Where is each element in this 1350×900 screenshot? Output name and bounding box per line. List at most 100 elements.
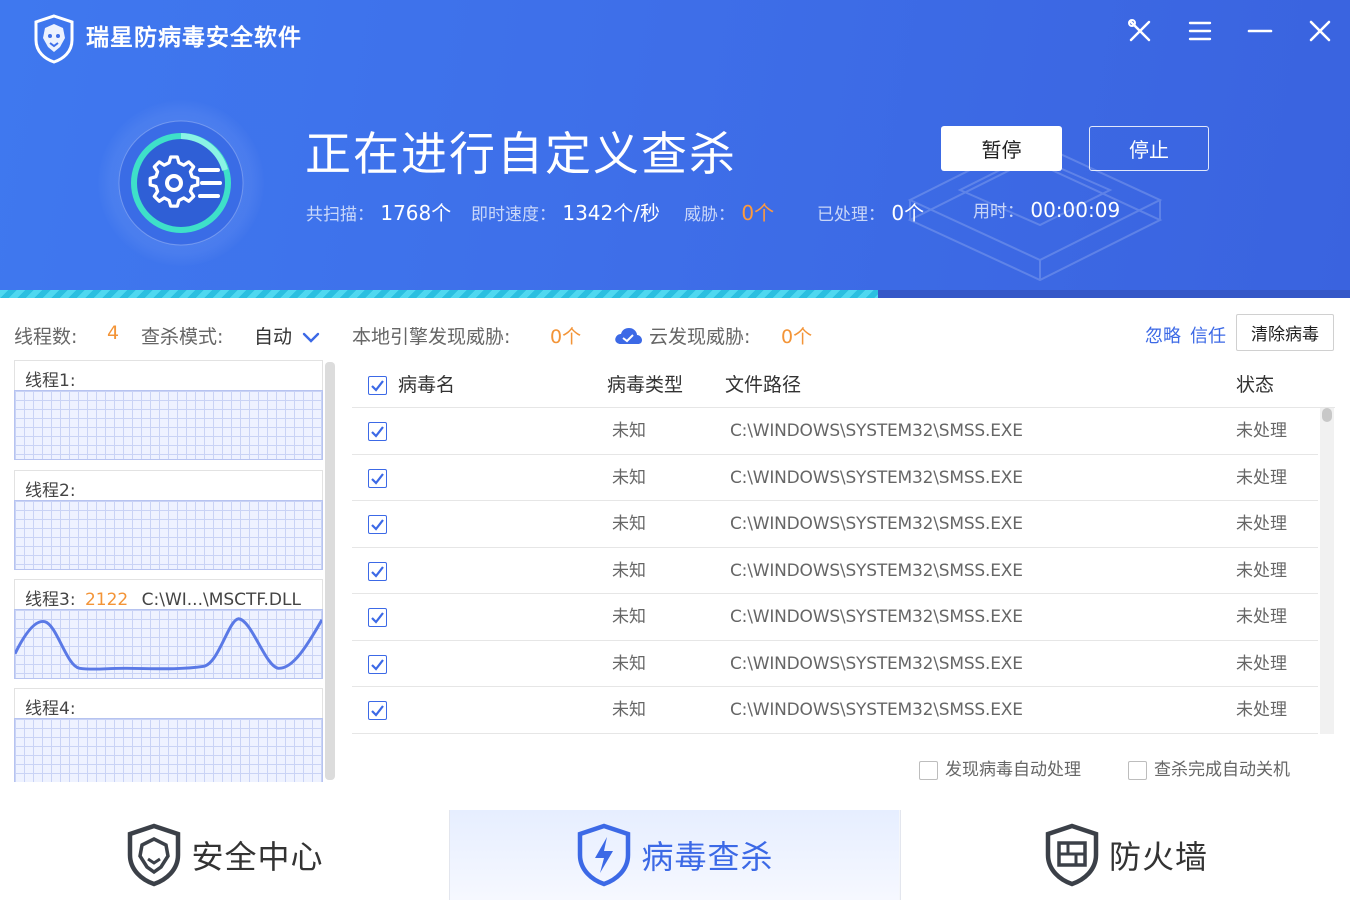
auto-shutdown-option[interactable]: 查杀完成自动关机 — [1128, 755, 1290, 780]
tab-virus-scan[interactable]: 病毒查杀 — [450, 810, 899, 900]
header-file-path: 文件路径 — [725, 374, 802, 396]
row-file-path: C:\WINDOWS\SYSTEM32\SMSS.EXE — [730, 421, 1023, 441]
table-row[interactable]: 未知 C:\WINDOWS\SYSTEM32\SMSS.EXE 未处理 — [352, 687, 1318, 734]
header-status: 状态 — [1236, 374, 1275, 396]
check-icon — [371, 472, 384, 485]
auto-shutdown-label: 查杀完成自动关机 — [1154, 760, 1290, 780]
row-file-path: C:\WINDOWS\SYSTEM32\SMSS.EXE — [730, 514, 1023, 534]
thread-activity-graph — [14, 390, 323, 460]
row-file-path: C:\WINDOWS\SYSTEM32\SMSS.EXE — [730, 467, 1023, 488]
threads-label: 线程数: — [14, 326, 78, 348]
stop-button[interactable]: 停止 — [1089, 126, 1209, 171]
lion-shield-icon — [128, 823, 181, 887]
menu-button[interactable] — [1183, 14, 1217, 48]
table-row[interactable]: 未知 C:\WINDOWS\SYSTEM32\SMSS.EXE 未处理 — [352, 548, 1318, 594]
tab-label: 安全中心 — [191, 838, 324, 876]
mode-dropdown[interactable]: 自动 — [254, 322, 320, 349]
row-file-path: C:\WINDOWS\SYSTEM32\SMSS.EXE — [730, 653, 1023, 674]
row-checkbox[interactable] — [368, 515, 387, 534]
row-file-path: C:\WINDOWS\SYSTEM32\SMSS.EXE — [730, 607, 1023, 627]
auto-handle-label: 发现病毒自动处理 — [945, 760, 1081, 780]
table-row[interactable]: 未知 C:\WINDOWS\SYSTEM32\SMSS.EXE 未处理 — [352, 455, 1318, 501]
elapsed-value: 00:00:09 — [1030, 198, 1121, 222]
chevron-down-icon — [302, 332, 320, 343]
speed-label: 即时速度： — [471, 205, 556, 225]
elapsed-label: 用时： — [973, 202, 1024, 222]
table-row[interactable]: 未知 C:\WINDOWS\SYSTEM32\SMSS.EXE 未处理 — [352, 594, 1318, 641]
row-checkbox[interactable] — [368, 561, 387, 581]
scanned-value: 1768个 — [380, 201, 452, 225]
row-status: 未处理 — [1236, 514, 1287, 534]
row-status: 未处理 — [1236, 467, 1287, 488]
table-scrollbar[interactable] — [1320, 408, 1334, 734]
gear-scan-icon — [118, 120, 244, 246]
table-row[interactable]: 未知 C:\WINDOWS\SYSTEM32\SMSS.EXE 未处理 — [352, 501, 1318, 548]
header-virus-name: 病毒名 — [398, 374, 456, 396]
tools-button[interactable] — [1123, 14, 1157, 48]
thread-label: 线程2: — [25, 481, 76, 501]
elapsed-stat: 用时： 00:00:09 — [973, 197, 1120, 222]
check-icon — [371, 612, 384, 624]
close-button[interactable] — [1303, 14, 1337, 48]
table-scrollbar-thumb[interactable] — [1322, 408, 1332, 422]
row-checkbox[interactable] — [368, 422, 387, 441]
menu-icon — [1188, 21, 1212, 41]
check-icon — [371, 426, 384, 438]
thread-label: 线程1: — [25, 371, 76, 391]
check-icon — [371, 380, 384, 392]
row-checkbox[interactable] — [368, 608, 387, 627]
row-virus-type: 未知 — [612, 514, 646, 534]
thread-label: 线程3: — [25, 590, 76, 610]
header-virus-type: 病毒类型 — [607, 374, 684, 396]
threads-value: 4 — [107, 322, 120, 344]
scan-title: 正在进行自定义查杀 — [305, 127, 737, 181]
table-row[interactable]: 未知 C:\WINDOWS\SYSTEM32\SMSS.EXE 未处理 — [352, 641, 1318, 687]
row-checkbox[interactable] — [368, 468, 387, 488]
bottom-nav: 安全中心 病毒查杀 防火墙 — [0, 810, 1350, 900]
thread-header: 线程3: 2122 C:\WI...\MSCTF.DLL — [14, 579, 323, 610]
thread-activity-graph — [14, 609, 323, 679]
scanned-label: 共扫描： — [306, 205, 374, 225]
tab-label: 病毒查杀 — [641, 838, 774, 876]
local-threat-label: 本地引擎发现威胁: — [352, 326, 511, 348]
auto-shutdown-checkbox[interactable] — [1128, 760, 1147, 780]
row-status: 未处理 — [1236, 421, 1287, 441]
row-virus-type: 未知 — [612, 467, 646, 488]
clean-virus-button[interactable]: 清除病毒 — [1236, 314, 1334, 351]
select-all-checkbox[interactable] — [368, 376, 387, 395]
scan-status-emblem — [98, 100, 264, 266]
row-checkbox[interactable] — [368, 701, 387, 720]
threat-table: 病毒名 病毒类型 文件路径 状态 未知 C:\WINDOWS\SYSTEM32\S… — [352, 362, 1335, 734]
scan-toolbar: 线程数: 4 查杀模式: 自动 本地引擎发现威胁: 0个 云发现威胁: 0个 忽… — [0, 308, 1350, 358]
scan-header: 瑞星防病毒安全软件 正在进行自定义查杀 共扫描： 1768个 即时速度： 134… — [0, 0, 1350, 292]
thread-list-scrollbar[interactable] — [325, 362, 335, 780]
tab-firewall[interactable]: 防火墙 — [901, 810, 1350, 900]
scanned-stat: 共扫描： 1768个 — [306, 197, 451, 226]
threat-label: 威胁： — [684, 205, 735, 225]
row-file-path: C:\WINDOWS\SYSTEM32\SMSS.EXE — [730, 560, 1023, 581]
row-status: 未处理 — [1236, 607, 1287, 627]
row-status: 未处理 — [1236, 560, 1287, 581]
thread-activity-graph — [14, 500, 323, 570]
threat-value: 0个 — [741, 201, 775, 225]
auto-handle-option[interactable]: 发现病毒自动处理 — [919, 755, 1081, 780]
table-row[interactable]: 未知 C:\WINDOWS\SYSTEM32\SMSS.EXE 未处理 — [352, 408, 1318, 455]
cloud-threat-label: 云发现威胁: — [649, 326, 751, 348]
trust-link[interactable]: 信任 — [1190, 322, 1226, 348]
thread-file-count: 2122 — [84, 590, 129, 610]
auto-handle-checkbox[interactable] — [919, 760, 938, 780]
minimize-button[interactable] — [1243, 14, 1277, 48]
local-threat-value: 0个 — [550, 326, 582, 348]
nav-divider — [900, 810, 901, 900]
minimize-icon — [1247, 29, 1273, 33]
handled-value: 0个 — [891, 201, 925, 225]
lightning-shield-icon — [578, 823, 631, 887]
ignore-link[interactable]: 忽略 — [1145, 322, 1181, 348]
thread-panel: 线程3: 2122 C:\WI...\MSCTF.DLL — [14, 579, 323, 681]
check-icon — [371, 565, 384, 578]
cloud-threat-stat: 云发现威胁: — [613, 322, 750, 349]
row-checkbox[interactable] — [368, 654, 387, 674]
tab-security-center[interactable]: 安全中心 — [0, 810, 449, 900]
pause-button[interactable]: 暂停 — [941, 126, 1062, 171]
nav-divider — [449, 810, 450, 900]
